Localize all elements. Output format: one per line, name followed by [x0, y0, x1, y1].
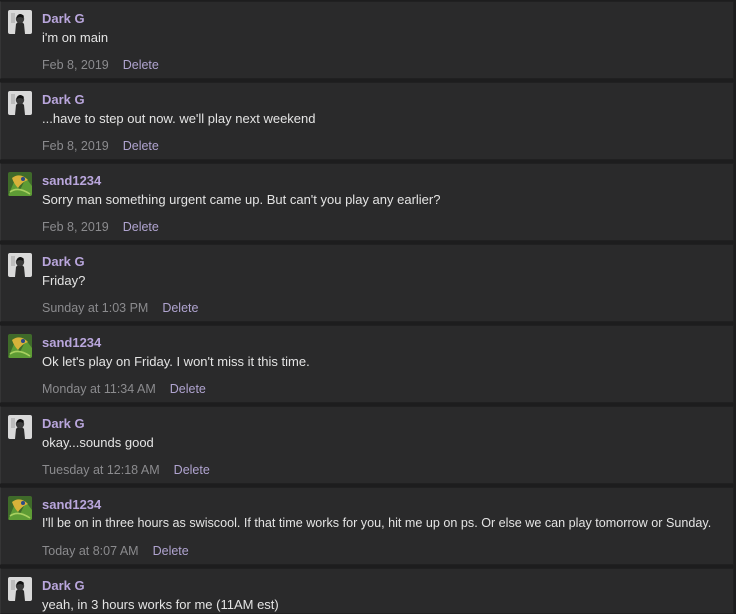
message-text: okay...sounds good — [42, 435, 154, 450]
message-timestamp: Feb 8, 2019 — [42, 58, 109, 72]
delete-link[interactable]: Delete — [170, 382, 206, 396]
message-author[interactable]: sand1234 — [42, 497, 101, 512]
message-timestamp: Feb 8, 2019 — [42, 220, 109, 234]
sand1234-avatar-icon[interactable] — [8, 334, 32, 358]
message-meta: Tuesday at 12:18 AM Delete — [42, 463, 210, 477]
delete-link[interactable]: Delete — [153, 544, 189, 558]
delete-link[interactable]: Delete — [123, 139, 159, 153]
dark-g-avatar-icon[interactable] — [8, 253, 32, 277]
message-item: sand1234 I'll be on in three hours as sw… — [0, 487, 734, 565]
message-text: Ok let's play on Friday. I won't miss it… — [42, 354, 310, 369]
message-item: Dark G yeah, in 3 hours works for me (11… — [0, 568, 734, 614]
message-text: yeah, in 3 hours works for me (11AM est) — [42, 597, 279, 612]
message-text: Sorry man something urgent came up. But … — [42, 192, 441, 207]
dark-g-avatar-icon[interactable] — [8, 10, 32, 34]
delete-link[interactable]: Delete — [162, 301, 198, 315]
message-author[interactable]: sand1234 — [42, 173, 101, 188]
message-item: Dark G Friday? Sunday at 1:03 PM Delete — [0, 244, 734, 322]
message-timestamp: Monday at 11:34 AM — [42, 382, 156, 396]
sand1234-avatar-icon[interactable] — [8, 172, 32, 196]
dark-g-avatar-icon[interactable] — [8, 91, 32, 115]
delete-link[interactable]: Delete — [123, 220, 159, 234]
message-author[interactable]: Dark G — [42, 92, 85, 107]
message-item: sand1234 Sorry man something urgent came… — [0, 163, 734, 241]
message-item: Dark G ...have to step out now. we'll pl… — [0, 82, 734, 160]
delete-link[interactable]: Delete — [123, 58, 159, 72]
message-author[interactable]: Dark G — [42, 578, 85, 593]
message-text: ...have to step out now. we'll play next… — [42, 111, 316, 126]
message-timestamp: Tuesday at 12:18 AM — [42, 463, 160, 477]
message-meta: Feb 8, 2019 Delete — [42, 139, 159, 153]
message-meta: Feb 8, 2019 Delete — [42, 220, 159, 234]
message-item: Dark G i'm on main Feb 8, 2019 Delete — [0, 1, 734, 79]
message-text: Friday? — [42, 273, 86, 288]
message-thread: Dark G i'm on main Feb 8, 2019 Delete Dar… — [0, 0, 736, 614]
message-item: Dark G okay...sounds good Tuesday at 12:… — [0, 406, 734, 484]
message-meta: Today at 8:07 AM Delete — [42, 544, 189, 558]
message-timestamp: Sunday at 1:03 PM — [42, 301, 149, 315]
message-meta: Monday at 11:34 AM Delete — [42, 382, 206, 396]
message-author[interactable]: Dark G — [42, 254, 85, 269]
message-meta: Feb 8, 2019 Delete — [42, 58, 159, 72]
delete-link[interactable]: Delete — [174, 463, 210, 477]
message-timestamp: Feb 8, 2019 — [42, 139, 109, 153]
dark-g-avatar-icon[interactable] — [8, 415, 32, 439]
message-text: i'm on main — [42, 30, 109, 45]
message-timestamp: Today at 8:07 AM — [42, 544, 139, 558]
message-item: sand1234 Ok let's play on Friday. I won'… — [0, 325, 734, 403]
dark-g-avatar-icon[interactable] — [8, 577, 32, 601]
message-author[interactable]: Dark G — [42, 11, 85, 26]
message-text: I'll be on in three hours as swiscool. I… — [42, 516, 712, 530]
message-author[interactable]: Dark G — [42, 416, 85, 431]
sand1234-avatar-icon[interactable] — [8, 496, 32, 520]
message-meta: Sunday at 1:03 PM Delete — [42, 301, 198, 315]
message-author[interactable]: sand1234 — [42, 335, 101, 350]
